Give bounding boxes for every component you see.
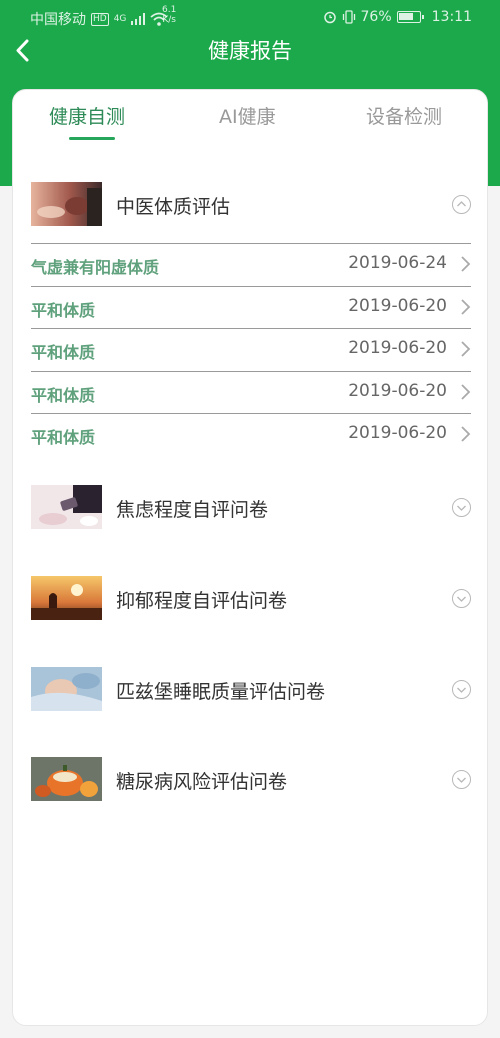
section-thumbnail (31, 667, 102, 711)
chevron-down-icon[interactable] (452, 770, 471, 789)
chevron-right-icon (461, 383, 471, 400)
record-row[interactable]: 平和体质 2019-06-20 (31, 328, 471, 371)
record-row[interactable]: 平和体质 2019-06-20 (31, 370, 471, 414)
section-title: 糖尿病风险评估问卷 (116, 771, 288, 793)
section-title: 焦虑程度自评问卷 (116, 499, 269, 521)
page-title: 健康报告 (208, 39, 292, 63)
record-result: 平和体质 (31, 343, 96, 362)
chevron-down-icon[interactable] (452, 589, 471, 608)
section-title: 抑郁程度自评估问卷 (116, 590, 288, 612)
tab-bar: 健康自测 AI健康 设备检测 (13, 90, 487, 150)
record-result: 平和体质 (31, 428, 96, 447)
clock: 13:11 (431, 9, 472, 25)
chevron-right-icon (461, 341, 471, 357)
record-result: 气虚兼有阳虚体质 (31, 258, 160, 277)
report-card: 健康自测 AI健康 设备检测 中医体质评估 气虚兼有阳虚体质 2019-06-2… (12, 89, 488, 1026)
section-sleep-questionnaire[interactable]: 匹兹堡睡眠质量评估问卷 (31, 667, 471, 713)
network-type: 4G (113, 14, 127, 24)
status-bar: 中国移动 HD 4G 6.1 K/s 76% 13:11 (0, 0, 500, 36)
section-thumbnail (31, 485, 102, 529)
carrier-name: 中国移动 (30, 12, 86, 28)
network-speed: 6.1 K/s (162, 5, 177, 25)
chevron-right-icon (461, 426, 471, 442)
tab-self-test[interactable]: 健康自测 (49, 102, 125, 129)
chevron-down-icon[interactable] (452, 680, 471, 699)
section-thumbnail (31, 182, 102, 226)
record-row[interactable]: 平和体质 2019-06-20 (31, 413, 471, 456)
section-anxiety-questionnaire[interactable]: 焦虑程度自评问卷 (31, 485, 471, 531)
section-depression-questionnaire[interactable]: 抑郁程度自评估问卷 (31, 576, 471, 622)
section-thumbnail (31, 757, 102, 801)
record-result: 平和体质 (31, 300, 96, 320)
record-date: 2019-06-20 (348, 380, 447, 401)
record-date: 2019-06-20 (348, 295, 447, 316)
chevron-down-icon[interactable] (452, 498, 471, 517)
section-diabetes-questionnaire[interactable]: 糖尿病风险评估问卷 (31, 757, 471, 803)
alarm-icon (323, 11, 336, 24)
tcm-record-list: 气虚兼有阳虚体质 2019-06-24 平和体质 2019-06-20 平和体质… (31, 243, 471, 456)
tab-ai-health[interactable]: AI健康 (219, 102, 276, 129)
chevron-right-icon (461, 256, 471, 272)
vibrate-icon (342, 10, 355, 24)
section-title: 中医体质评估 (116, 196, 231, 218)
hd-badge: HD (91, 12, 109, 26)
signal-icon (131, 13, 146, 25)
battery-icon (396, 11, 424, 23)
section-thumbnail (31, 576, 102, 620)
record-row[interactable]: 平和体质 2019-06-20 (31, 285, 471, 329)
section-title: 匹兹堡睡眠质量评估问卷 (116, 681, 326, 703)
chevron-up-icon[interactable] (452, 195, 471, 214)
record-date: 2019-06-24 (348, 253, 447, 273)
tab-device-check[interactable]: 设备检测 (366, 102, 442, 129)
active-tab-indicator (69, 137, 115, 140)
chevron-right-icon (461, 298, 471, 315)
record-date: 2019-06-20 (348, 338, 447, 358)
section-tcm-constitution[interactable]: 中医体质评估 (31, 182, 471, 228)
record-row[interactable]: 气虚兼有阳虚体质 2019-06-24 (31, 243, 471, 286)
battery-percent: 76% (360, 9, 392, 25)
record-result: 平和体质 (31, 385, 96, 405)
record-date: 2019-06-20 (348, 423, 447, 443)
